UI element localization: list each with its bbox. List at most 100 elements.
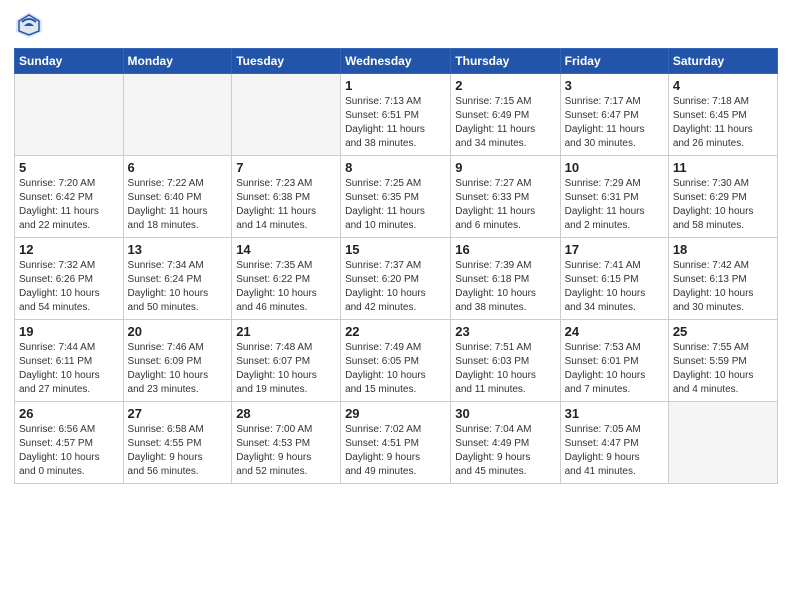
day-info: Sunrise: 7:51 AM Sunset: 6:03 PM Dayligh… — [455, 341, 555, 397]
day-info: Sunrise: 7:29 AM Sunset: 6:31 PM Dayligh… — [565, 177, 664, 233]
day-number: 7 — [236, 160, 336, 175]
calendar-cell: 13 Sunrise: 7:34 AM Sunset: 6:24 PM Dayli… — [123, 238, 232, 320]
calendar-cell: 15 Sunrise: 7:37 AM Sunset: 6:20 PM Dayli… — [341, 238, 451, 320]
calendar-cell: 6 Sunrise: 7:22 AM Sunset: 6:40 PM Daylig… — [123, 156, 232, 238]
calendar-cell: 30 Sunrise: 7:04 AM Sunset: 4:49 PM Dayli… — [451, 402, 560, 484]
day-number: 3 — [565, 78, 664, 93]
day-info: Sunrise: 7:18 AM Sunset: 6:45 PM Dayligh… — [673, 95, 773, 151]
day-number: 20 — [128, 324, 228, 339]
calendar-week-row: 12 Sunrise: 7:32 AM Sunset: 6:26 PM Dayli… — [15, 238, 778, 320]
weekday-header-wednesday: Wednesday — [341, 49, 451, 74]
weekday-header-tuesday: Tuesday — [232, 49, 341, 74]
day-number: 15 — [345, 242, 446, 257]
day-info: Sunrise: 7:55 AM Sunset: 5:59 PM Dayligh… — [673, 341, 773, 397]
logo — [14, 10, 48, 40]
logo-icon — [14, 10, 44, 40]
calendar-cell: 27 Sunrise: 6:58 AM Sunset: 4:55 PM Dayli… — [123, 402, 232, 484]
weekday-header-sunday: Sunday — [15, 49, 124, 74]
calendar-cell: 17 Sunrise: 7:41 AM Sunset: 6:15 PM Dayli… — [560, 238, 668, 320]
day-info: Sunrise: 7:23 AM Sunset: 6:38 PM Dayligh… — [236, 177, 336, 233]
page: SundayMondayTuesdayWednesdayThursdayFrid… — [0, 0, 792, 612]
day-info: Sunrise: 7:49 AM Sunset: 6:05 PM Dayligh… — [345, 341, 446, 397]
calendar-cell — [123, 74, 232, 156]
day-number: 19 — [19, 324, 119, 339]
calendar-cell: 23Sunrise: 7:51 AM Sunset: 6:03 PM Dayli… — [451, 320, 560, 402]
calendar-cell: 29Sunrise: 7:02 AM Sunset: 4:51 PM Dayli… — [341, 402, 451, 484]
day-number: 27 — [128, 406, 228, 421]
calendar-cell: 16 Sunrise: 7:39 AM Sunset: 6:18 PM Dayli… — [451, 238, 560, 320]
header — [14, 10, 778, 40]
day-info: Sunrise: 6:58 AM Sunset: 4:55 PM Dayligh… — [128, 423, 228, 479]
calendar-cell: 22 Sunrise: 7:49 AM Sunset: 6:05 PM Dayli… — [341, 320, 451, 402]
day-number: 1 — [345, 78, 446, 93]
day-info: Sunrise: 7:22 AM Sunset: 6:40 PM Dayligh… — [128, 177, 228, 233]
calendar-cell: 5 Sunrise: 7:20 AM Sunset: 6:42 PM Daylig… — [15, 156, 124, 238]
calendar-week-row: 5 Sunrise: 7:20 AM Sunset: 6:42 PM Daylig… — [15, 156, 778, 238]
day-info: Sunrise: 7:13 AM Sunset: 6:51 PM Dayligh… — [345, 95, 446, 151]
day-number: 25 — [673, 324, 773, 339]
day-number: 16 — [455, 242, 555, 257]
calendar-cell: 2Sunrise: 7:15 AM Sunset: 6:49 PM Daylig… — [451, 74, 560, 156]
weekday-header-monday: Monday — [123, 49, 232, 74]
day-number: 8 — [345, 160, 446, 175]
day-number: 17 — [565, 242, 664, 257]
day-info: Sunrise: 7:05 AM Sunset: 4:47 PM Dayligh… — [565, 423, 664, 479]
day-info: Sunrise: 7:35 AM Sunset: 6:22 PM Dayligh… — [236, 259, 336, 315]
calendar-cell: 14Sunrise: 7:35 AM Sunset: 6:22 PM Dayli… — [232, 238, 341, 320]
day-number: 29 — [345, 406, 446, 421]
calendar-cell — [232, 74, 341, 156]
day-info: Sunrise: 7:27 AM Sunset: 6:33 PM Dayligh… — [455, 177, 555, 233]
day-number: 30 — [455, 406, 555, 421]
day-info: Sunrise: 7:17 AM Sunset: 6:47 PM Dayligh… — [565, 95, 664, 151]
day-info: Sunrise: 7:30 AM Sunset: 6:29 PM Dayligh… — [673, 177, 773, 233]
day-number: 21 — [236, 324, 336, 339]
calendar-cell: 9Sunrise: 7:27 AM Sunset: 6:33 PM Daylig… — [451, 156, 560, 238]
calendar-cell: 24Sunrise: 7:53 AM Sunset: 6:01 PM Dayli… — [560, 320, 668, 402]
day-info: Sunrise: 7:20 AM Sunset: 6:42 PM Dayligh… — [19, 177, 119, 233]
calendar-cell — [668, 402, 777, 484]
day-info: Sunrise: 7:32 AM Sunset: 6:26 PM Dayligh… — [19, 259, 119, 315]
day-info: Sunrise: 7:04 AM Sunset: 4:49 PM Dayligh… — [455, 423, 555, 479]
calendar-cell: 12 Sunrise: 7:32 AM Sunset: 6:26 PM Dayli… — [15, 238, 124, 320]
calendar-cell: 21 Sunrise: 7:48 AM Sunset: 6:07 PM Dayli… — [232, 320, 341, 402]
calendar-week-row: 19 Sunrise: 7:44 AM Sunset: 6:11 PM Dayli… — [15, 320, 778, 402]
calendar-cell: 25 Sunrise: 7:55 AM Sunset: 5:59 PM Dayli… — [668, 320, 777, 402]
day-number: 13 — [128, 242, 228, 257]
calendar-cell: 19 Sunrise: 7:44 AM Sunset: 6:11 PM Dayli… — [15, 320, 124, 402]
day-info: Sunrise: 7:42 AM Sunset: 6:13 PM Dayligh… — [673, 259, 773, 315]
day-number: 4 — [673, 78, 773, 93]
day-info: Sunrise: 7:39 AM Sunset: 6:18 PM Dayligh… — [455, 259, 555, 315]
day-number: 22 — [345, 324, 446, 339]
day-info: Sunrise: 7:41 AM Sunset: 6:15 PM Dayligh… — [565, 259, 664, 315]
day-info: Sunrise: 7:25 AM Sunset: 6:35 PM Dayligh… — [345, 177, 446, 233]
day-info: Sunrise: 7:00 AM Sunset: 4:53 PM Dayligh… — [236, 423, 336, 479]
day-info: Sunrise: 7:46 AM Sunset: 6:09 PM Dayligh… — [128, 341, 228, 397]
day-number: 6 — [128, 160, 228, 175]
weekday-header-thursday: Thursday — [451, 49, 560, 74]
weekday-header-row: SundayMondayTuesdayWednesdayThursdayFrid… — [15, 49, 778, 74]
calendar-week-row: 1 Sunrise: 7:13 AM Sunset: 6:51 PM Daylig… — [15, 74, 778, 156]
calendar-cell: 1 Sunrise: 7:13 AM Sunset: 6:51 PM Daylig… — [341, 74, 451, 156]
day-info: Sunrise: 7:34 AM Sunset: 6:24 PM Dayligh… — [128, 259, 228, 315]
day-info: Sunrise: 7:15 AM Sunset: 6:49 PM Dayligh… — [455, 95, 555, 151]
calendar-cell: 18 Sunrise: 7:42 AM Sunset: 6:13 PM Dayli… — [668, 238, 777, 320]
weekday-header-friday: Friday — [560, 49, 668, 74]
day-info: Sunrise: 7:48 AM Sunset: 6:07 PM Dayligh… — [236, 341, 336, 397]
calendar-table: SundayMondayTuesdayWednesdayThursdayFrid… — [14, 48, 778, 484]
day-number: 12 — [19, 242, 119, 257]
day-number: 10 — [565, 160, 664, 175]
day-number: 26 — [19, 406, 119, 421]
day-info: Sunrise: 7:37 AM Sunset: 6:20 PM Dayligh… — [345, 259, 446, 315]
calendar-cell: 26Sunrise: 6:56 AM Sunset: 4:57 PM Dayli… — [15, 402, 124, 484]
day-number: 5 — [19, 160, 119, 175]
calendar-cell: 10 Sunrise: 7:29 AM Sunset: 6:31 PM Dayli… — [560, 156, 668, 238]
calendar-cell: 20 Sunrise: 7:46 AM Sunset: 6:09 PM Dayli… — [123, 320, 232, 402]
day-number: 18 — [673, 242, 773, 257]
calendar-cell: 8 Sunrise: 7:25 AM Sunset: 6:35 PM Daylig… — [341, 156, 451, 238]
day-info: Sunrise: 7:44 AM Sunset: 6:11 PM Dayligh… — [19, 341, 119, 397]
calendar-cell: 3 Sunrise: 7:17 AM Sunset: 6:47 PM Daylig… — [560, 74, 668, 156]
calendar-cell — [15, 74, 124, 156]
calendar-cell: 11Sunrise: 7:30 AM Sunset: 6:29 PM Dayli… — [668, 156, 777, 238]
weekday-header-saturday: Saturday — [668, 49, 777, 74]
day-number: 28 — [236, 406, 336, 421]
